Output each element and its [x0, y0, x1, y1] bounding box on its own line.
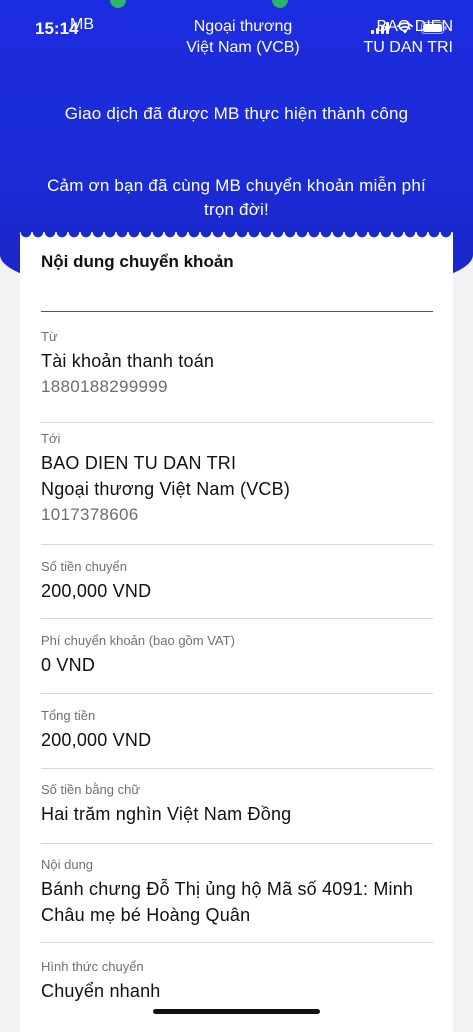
wifi-icon [397, 22, 413, 34]
total-label: Tổng tiền [41, 708, 96, 723]
amount-words-value: Hai trăm nghìn Việt Nam Đồng [41, 804, 292, 824]
status-bar: 15:14 [0, 0, 473, 44]
status-icons [371, 22, 447, 34]
amount-label: Số tiền chuyển [41, 559, 128, 574]
battery-icon [421, 22, 447, 34]
content-row: Nội dung Bánh chưng Đỗ Thị ủng hộ Mã số … [41, 856, 433, 943]
fee-label: Phí chuyển khoản (bao gồm VAT) [41, 633, 235, 648]
from-account-row: Từ Tài khoản thanh toán 1880188299999 [41, 328, 433, 423]
to-bank-name: Ngoại thương Việt Nam (VCB) [41, 479, 291, 499]
content-value: Bánh chưng Đỗ Thị ủng hộ Mã số 4091: Min… [41, 879, 414, 925]
signal-icon [371, 22, 389, 34]
transfer-receipt-card: Nội dung chuyển khoản Từ Tài khoản thanh… [20, 232, 453, 1032]
to-account-row: Tới BAO DIEN TU DAN TRI Ngoại thương Việ… [41, 430, 433, 545]
title-divider [41, 311, 433, 312]
from-account-type: Tài khoản thanh toán [41, 351, 215, 371]
from-label: Từ [41, 329, 58, 344]
fee-value: 0 VND [41, 655, 96, 675]
status-time: 15:14 [35, 19, 79, 38]
fee-row: Phí chuyển khoản (bao gồm VAT) 0 VND [41, 632, 433, 694]
amount-words-row: Số tiền bằng chữ Hai trăm nghìn Việt Nam… [41, 781, 433, 844]
method-value: Chuyển nhanh [41, 981, 161, 1001]
thanks-message: Cảm ơn bạn đã cùng MB chuyển khoản miễn … [47, 176, 426, 219]
receipt-title: Nội dung chuyển khoản [41, 252, 234, 271]
success-message: Giao dịch đã được MB thực hiện thành côn… [64, 104, 409, 123]
total-value: 200,000 VND [41, 730, 152, 750]
from-account-number: 1880188299999 [41, 377, 168, 396]
total-row: Tổng tiền 200,000 VND [41, 707, 433, 769]
to-label: Tới [41, 431, 61, 446]
method-label: Hình thức chuyển [41, 959, 144, 974]
home-indicator[interactable] [153, 1009, 320, 1014]
content-label: Nội dung [41, 857, 94, 872]
to-account-number: 1017378606 [41, 505, 139, 524]
amount-words-label: Số tiền bằng chữ [41, 782, 141, 797]
amount-value: 200,000 VND [41, 581, 152, 601]
to-account-name: BAO DIEN TU DAN TRI [41, 453, 237, 473]
amount-row: Số tiền chuyển 200,000 VND [41, 558, 433, 619]
